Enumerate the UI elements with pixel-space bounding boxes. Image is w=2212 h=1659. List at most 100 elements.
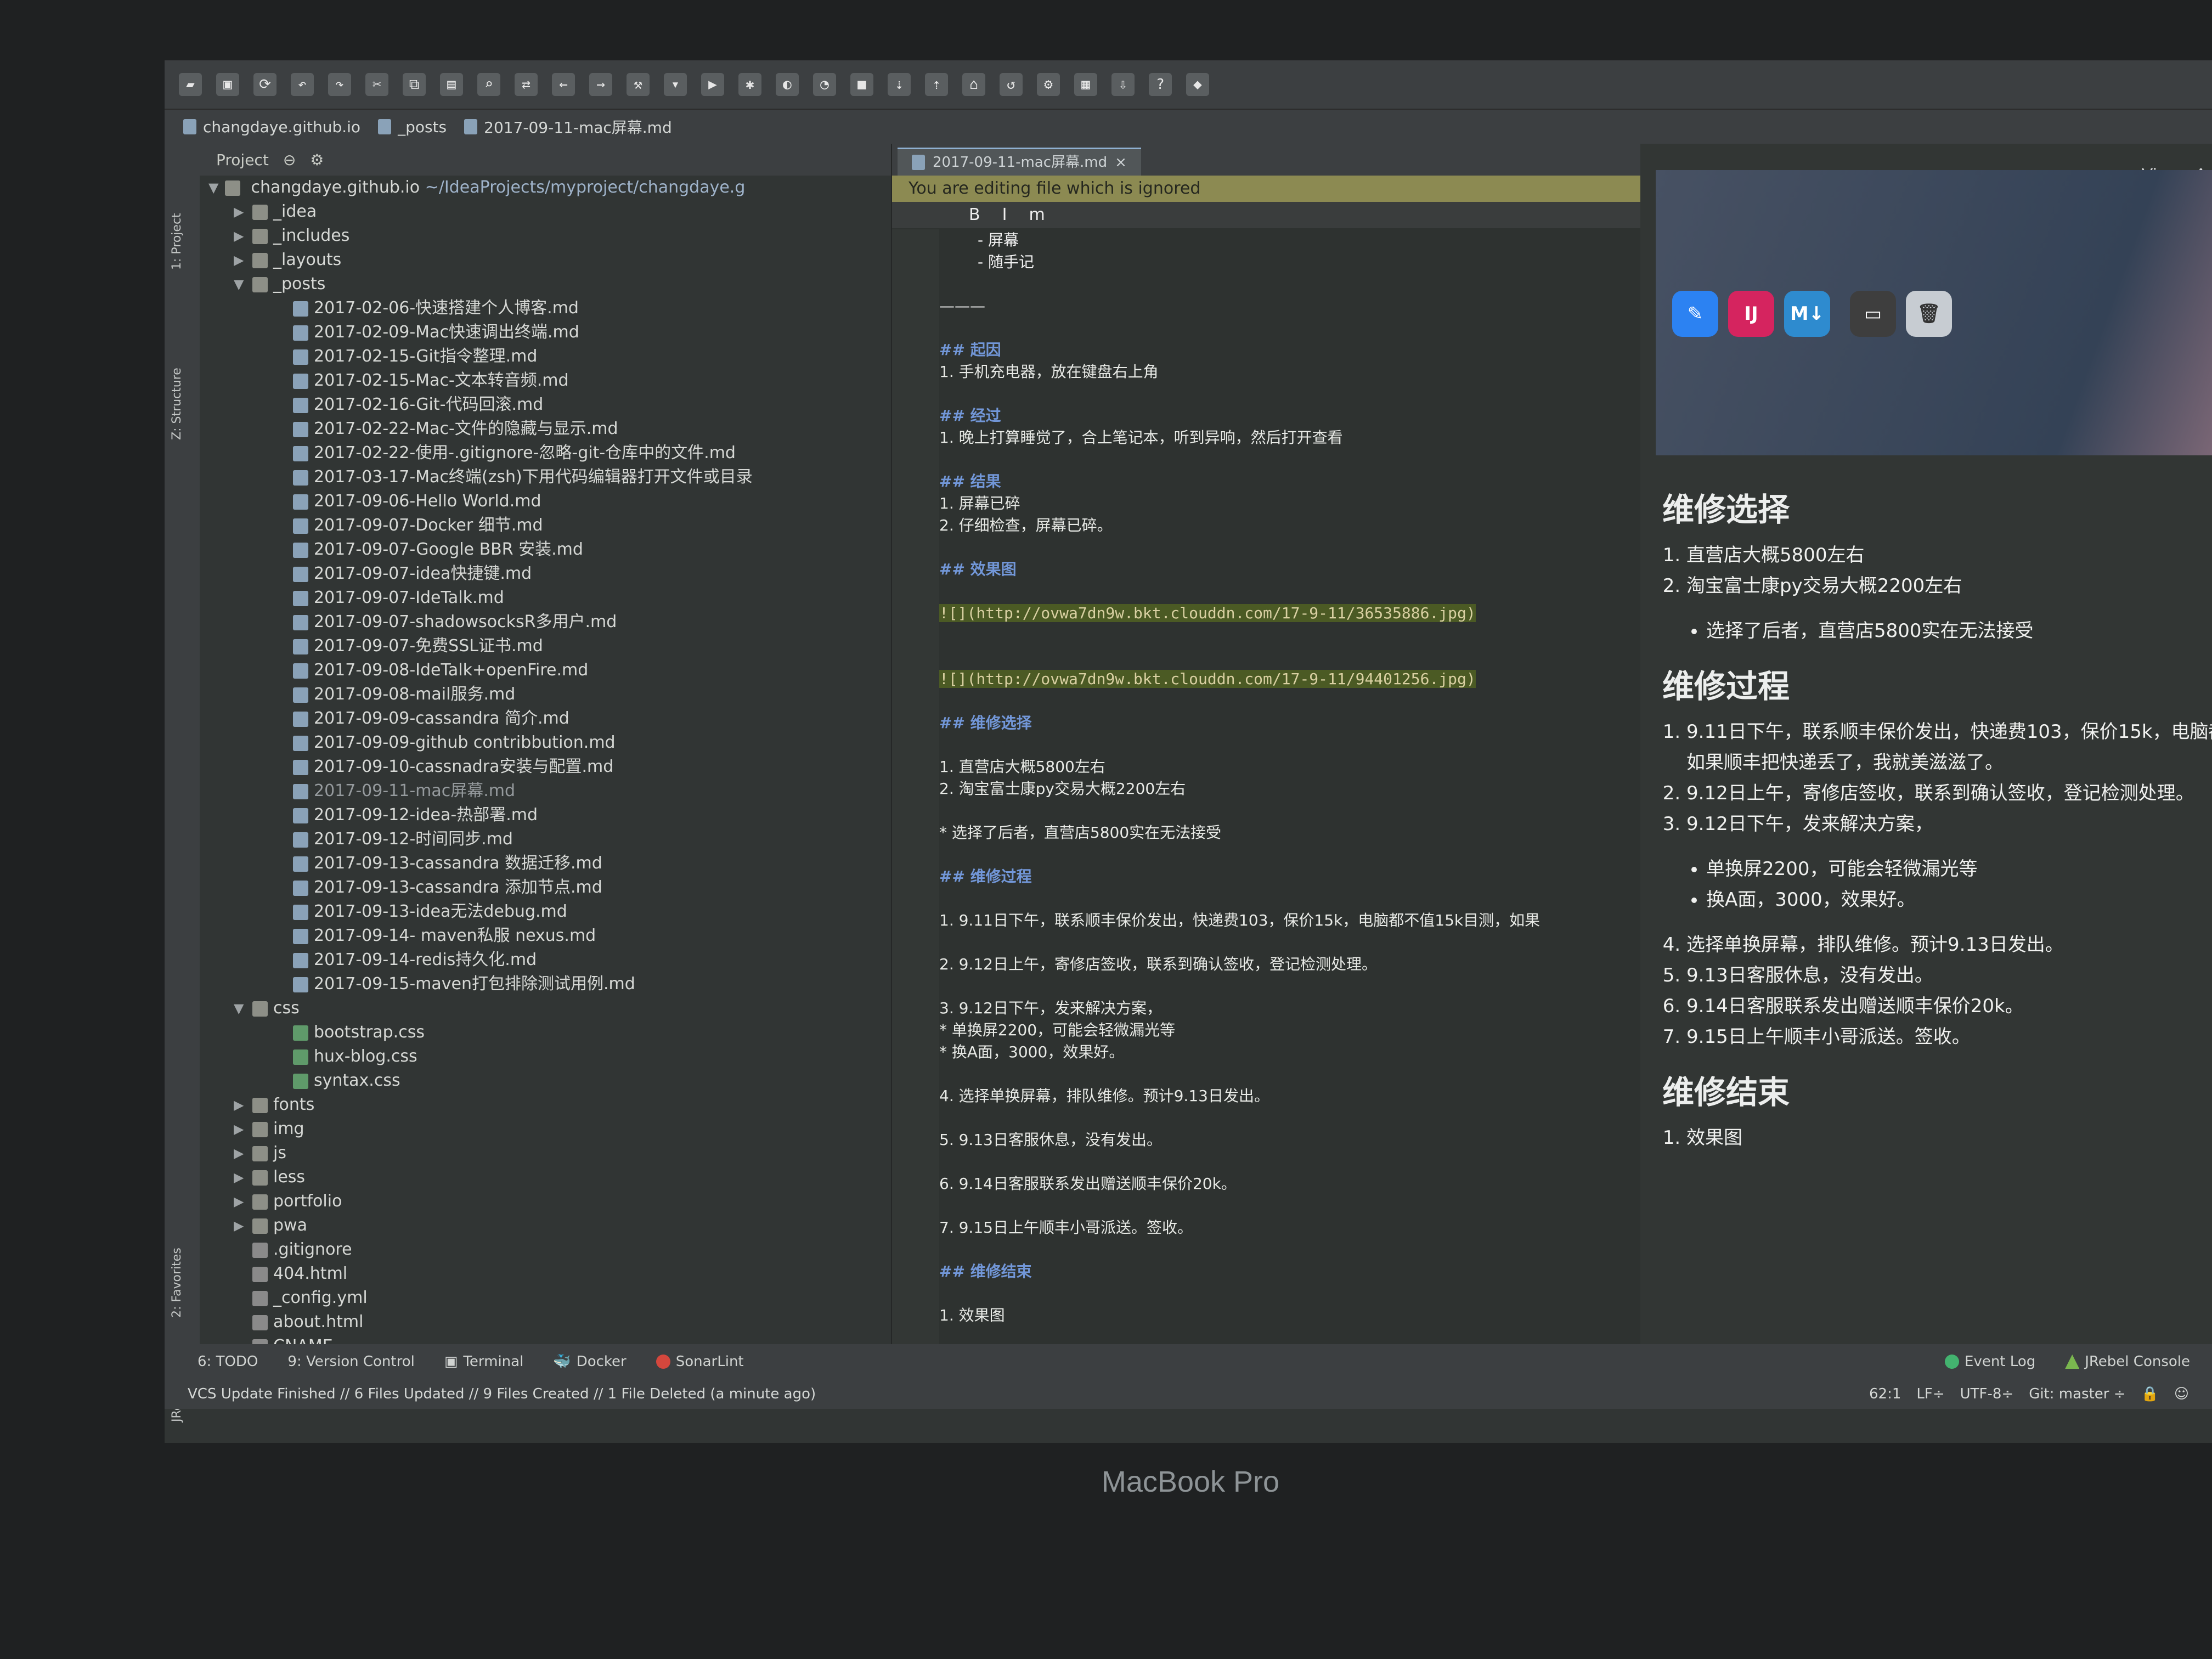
- code-line[interactable]: 231. 屏幕已碎: [939, 493, 1632, 515]
- code-line[interactable]: 15: [939, 317, 1632, 339]
- expand-arrow-icon[interactable]: ▶: [234, 1165, 250, 1189]
- expand-arrow-icon[interactable]: ▶: [234, 1141, 250, 1165]
- code-line[interactable]: 34: [939, 734, 1632, 756]
- code-line[interactable]: 601. 效果图: [939, 1305, 1632, 1327]
- tree-item[interactable]: 2017-09-09-cassandra 简介.md: [200, 707, 891, 731]
- forward-icon[interactable]: →: [589, 73, 612, 96]
- code-line[interactable]: 242. 仔细检查，屏幕已碎。: [939, 515, 1632, 537]
- code-line[interactable]: 32: [939, 690, 1632, 712]
- replace-icon[interactable]: ⇄: [515, 73, 538, 96]
- code-line[interactable]: 504. 选择单换屏幕，排队维修。预计9.13日发出。: [939, 1085, 1632, 1107]
- tree-item[interactable]: 2017-09-12-时间同步.md: [200, 827, 891, 851]
- favorites-tool-tab[interactable]: 2: Favorites: [170, 1248, 184, 1318]
- vcs-update-icon[interactable]: ⇣: [888, 73, 911, 96]
- tree-item[interactable]: 2017-02-06-快速搭建个人博客.md: [200, 296, 891, 320]
- code-line[interactable]: 49: [939, 1063, 1632, 1085]
- tree-item[interactable]: 2017-03-17-Mac终端(zsh)下用代码编辑器打开文件或目录: [200, 465, 891, 489]
- expand-arrow-icon[interactable]: ▶: [234, 200, 250, 224]
- code-line[interactable]: 27: [939, 580, 1632, 602]
- code-line[interactable]: 39: [939, 844, 1632, 866]
- tree-item[interactable]: ▼ _posts: [200, 272, 891, 296]
- tree-item[interactable]: 2017-09-13-cassandra 添加节点.md: [200, 876, 891, 900]
- italic-button[interactable]: I: [1002, 202, 1007, 228]
- undo-icon[interactable]: ↶: [291, 73, 314, 96]
- tree-item[interactable]: .gitignore: [200, 1238, 891, 1262]
- profile-icon[interactable]: ◔: [813, 73, 836, 96]
- stop-icon[interactable]: ■: [850, 73, 873, 96]
- tree-item[interactable]: 2017-09-15-maven打包排除测试用例.md: [200, 972, 891, 996]
- code-line[interactable]: 33## 维修选择: [939, 712, 1632, 734]
- breadcrumb-file[interactable]: 2017-09-11-mac屏幕.md: [464, 116, 672, 138]
- tree-item[interactable]: 2017-09-12-idea-热部署.md: [200, 803, 891, 827]
- git-branch[interactable]: Git: master ÷: [2029, 1386, 2125, 1402]
- code-line[interactable]: 201. 晚上打算睡觉了，合上笔记本，听到异响，然后打开查看: [939, 427, 1632, 449]
- expand-arrow-icon[interactable]: ▼: [208, 176, 225, 200]
- line-separator[interactable]: LF÷: [1916, 1386, 1944, 1402]
- code-line[interactable]: 26## 效果图: [939, 558, 1632, 580]
- event-log-tool-tab[interactable]: Event Log: [1945, 1353, 2035, 1370]
- tree-item[interactable]: 2017-02-15-Mac-文本转音频.md: [200, 369, 891, 393]
- expand-arrow-icon[interactable]: ▼: [234, 272, 250, 296]
- code-line[interactable]: 21: [939, 449, 1632, 471]
- tree-item[interactable]: 2017-02-22-使用-.gitignore-忽略-git-仓库中的文件.m…: [200, 441, 891, 465]
- code-line[interactable]: 567. 9.15日上午顺丰小哥派送。签收。: [939, 1217, 1632, 1239]
- code-line[interactable]: 31![](http://ovwa7dn9w.bkt.clouddn.com/1…: [939, 668, 1632, 690]
- rollback-icon[interactable]: ↺: [1000, 73, 1023, 96]
- tree-item[interactable]: ▶ less: [200, 1165, 891, 1189]
- back-icon[interactable]: ←: [552, 73, 575, 96]
- project-tool-tab[interactable]: 1: Project: [170, 213, 184, 270]
- redo-icon[interactable]: ↷: [328, 73, 351, 96]
- breadcrumb-posts[interactable]: _posts: [378, 118, 447, 136]
- code-line[interactable]: 11- 屏幕: [939, 229, 1632, 251]
- tree-item[interactable]: 2017-09-10-cassnadra安装与配置.md: [200, 755, 891, 779]
- close-icon[interactable]: ×: [1115, 149, 1127, 176]
- tree-item[interactable]: 2017-09-14- maven私服 nexus.md: [200, 924, 891, 948]
- tree-item[interactable]: 2017-09-07-免费SSL证书.md: [200, 634, 891, 658]
- expand-arrow-icon[interactable]: ▼: [234, 996, 250, 1020]
- tree-item[interactable]: ▶ img: [200, 1117, 891, 1141]
- gear-icon[interactable]: ⚙: [310, 151, 324, 169]
- code-line[interactable]: 61: [939, 1327, 1632, 1344]
- tree-item[interactable]: 2017-09-07-Docker 细节.md: [200, 514, 891, 538]
- tree-item[interactable]: 404.html: [200, 1262, 891, 1286]
- sync-icon[interactable]: ⟳: [253, 73, 276, 96]
- code-line[interactable]: 28![](http://ovwa7dn9w.bkt.clouddn.com/1…: [939, 602, 1632, 624]
- terminal-tool-tab[interactable]: ▣ Terminal: [444, 1353, 523, 1370]
- code-line[interactable]: 47 * 单换屏2200，可能会轻微漏光等: [939, 1019, 1632, 1041]
- editor-tab-active[interactable]: 2017-09-11-mac屏幕.md ×: [898, 148, 1141, 176]
- code-line[interactable]: 38 * 选择了后者，直营店5800实在无法接受: [939, 822, 1632, 844]
- code-line[interactable]: 30: [939, 646, 1632, 668]
- code-line[interactable]: 351. 直营店大概5800左右: [939, 756, 1632, 778]
- tree-item[interactable]: CNAME: [200, 1334, 891, 1344]
- expand-arrow-icon[interactable]: ▶: [234, 248, 250, 272]
- tree-item[interactable]: 2017-09-08-mail服务.md: [200, 682, 891, 707]
- code-line[interactable]: 53: [939, 1151, 1632, 1173]
- code-line[interactable]: 43: [939, 932, 1632, 953]
- tree-item[interactable]: 2017-09-14-redis持久化.md: [200, 948, 891, 972]
- save-icon[interactable]: ▣: [216, 73, 239, 96]
- inspector-icon[interactable]: ☺: [2174, 1386, 2189, 1402]
- code-line[interactable]: 525. 9.13日客服休息，没有发出。: [939, 1129, 1632, 1151]
- code-line[interactable]: 41: [939, 888, 1632, 910]
- tree-item[interactable]: 2017-02-15-Git指令整理.md: [200, 345, 891, 369]
- code-line[interactable]: 14———: [939, 295, 1632, 317]
- tree-item[interactable]: 2017-02-09-Mac快速调出终端.md: [200, 320, 891, 345]
- expand-arrow-icon[interactable]: ▶: [234, 1214, 250, 1238]
- code-line[interactable]: 29: [939, 624, 1632, 646]
- tree-item[interactable]: 2017-02-22-Mac-文件的隐藏与显示.md: [200, 417, 891, 441]
- open-folder-icon[interactable]: ▰: [179, 73, 202, 96]
- tree-item[interactable]: 2017-09-07-Google BBR 安装.md: [200, 538, 891, 562]
- code-line[interactable]: 40## 维修过程: [939, 866, 1632, 888]
- tree-item[interactable]: 2017-09-11-mac屏幕.md: [200, 779, 891, 803]
- tree-item[interactable]: 2017-09-13-cassandra 数据迁移.md: [200, 851, 891, 876]
- help-icon[interactable]: ?: [1149, 73, 1172, 96]
- vcs-commit-icon[interactable]: ⇡: [925, 73, 948, 96]
- tree-item[interactable]: 2017-02-16-Git-代码回滚.md: [200, 393, 891, 417]
- tree-item[interactable]: 2017-09-07-idea快捷键.md: [200, 562, 891, 586]
- expand-arrow-icon[interactable]: ▶: [234, 1117, 250, 1141]
- code-line[interactable]: 442. 9.12日上午，寄修店签收，联系到确认签收，登记检测处理。: [939, 953, 1632, 975]
- code-line[interactable]: 16## 起因: [939, 339, 1632, 361]
- tree-item[interactable]: about.html: [200, 1310, 891, 1334]
- code-line[interactable]: 25: [939, 537, 1632, 558]
- code-line[interactable]: 22## 结果: [939, 471, 1632, 493]
